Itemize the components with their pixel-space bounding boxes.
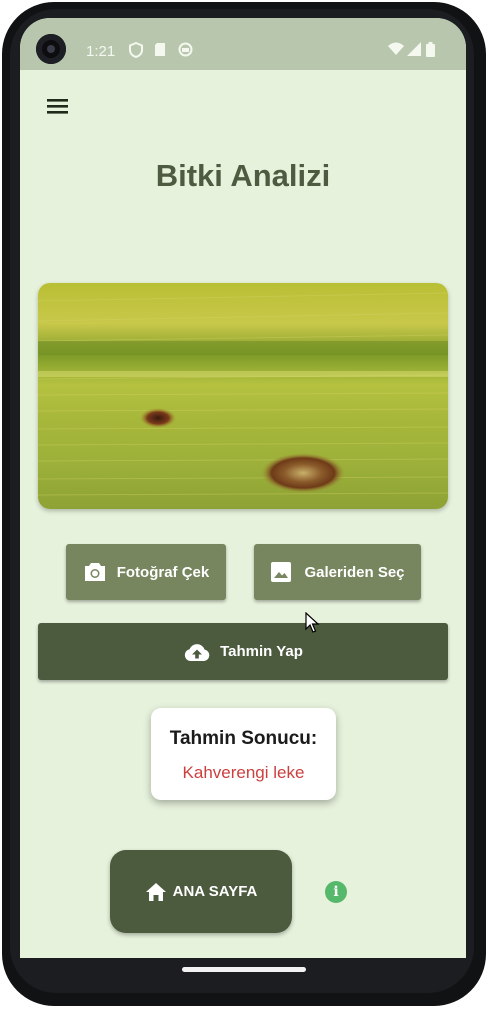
result-title: Tahmin Sonucu: bbox=[169, 728, 318, 749]
home-label: ANA SAYFA bbox=[172, 883, 258, 900]
cloud-upload-icon bbox=[184, 643, 210, 661]
status-bar: 1:21 bbox=[20, 18, 466, 70]
gallery-label: Galeriden Seç bbox=[304, 563, 405, 581]
selected-leaf-image bbox=[38, 283, 448, 509]
home-icon bbox=[145, 882, 166, 901]
page-title: Bitki Analizi bbox=[155, 158, 331, 193]
result-card: Tahmin Sonucu: Kahverengi leke bbox=[151, 708, 336, 800]
image-icon bbox=[271, 562, 292, 582]
result-value: Kahverengi leke bbox=[182, 763, 305, 782]
app-screen: 1:21 Bitki Analizi Fotoğraf Çek Galeride… bbox=[20, 18, 466, 958]
camera-icon bbox=[84, 563, 105, 581]
sim-card-icon bbox=[155, 43, 165, 56]
shield-icon bbox=[129, 42, 143, 58]
front-camera bbox=[36, 34, 66, 64]
home-button[interactable]: ANA SAYFA bbox=[110, 850, 292, 933]
take-photo-button[interactable]: Fotoğraf Çek bbox=[66, 544, 226, 600]
predict-button[interactable]: Tahmin Yap bbox=[38, 623, 448, 680]
gesture-home-indicator[interactable] bbox=[182, 967, 306, 972]
android-icon bbox=[178, 42, 193, 57]
menu-icon bbox=[47, 99, 68, 114]
status-time: 1:21 bbox=[86, 43, 116, 60]
mouse-pointer-icon bbox=[305, 612, 320, 633]
wifi-icon bbox=[388, 42, 404, 55]
gallery-button[interactable]: Galeriden Seç bbox=[254, 544, 421, 600]
info-icon[interactable]: i bbox=[325, 881, 347, 903]
menu-button[interactable] bbox=[47, 97, 71, 117]
battery-icon bbox=[426, 42, 435, 57]
signal-icon bbox=[407, 42, 421, 56]
predict-label: Tahmin Yap bbox=[220, 643, 303, 660]
take-photo-label: Fotoğraf Çek bbox=[116, 563, 210, 581]
